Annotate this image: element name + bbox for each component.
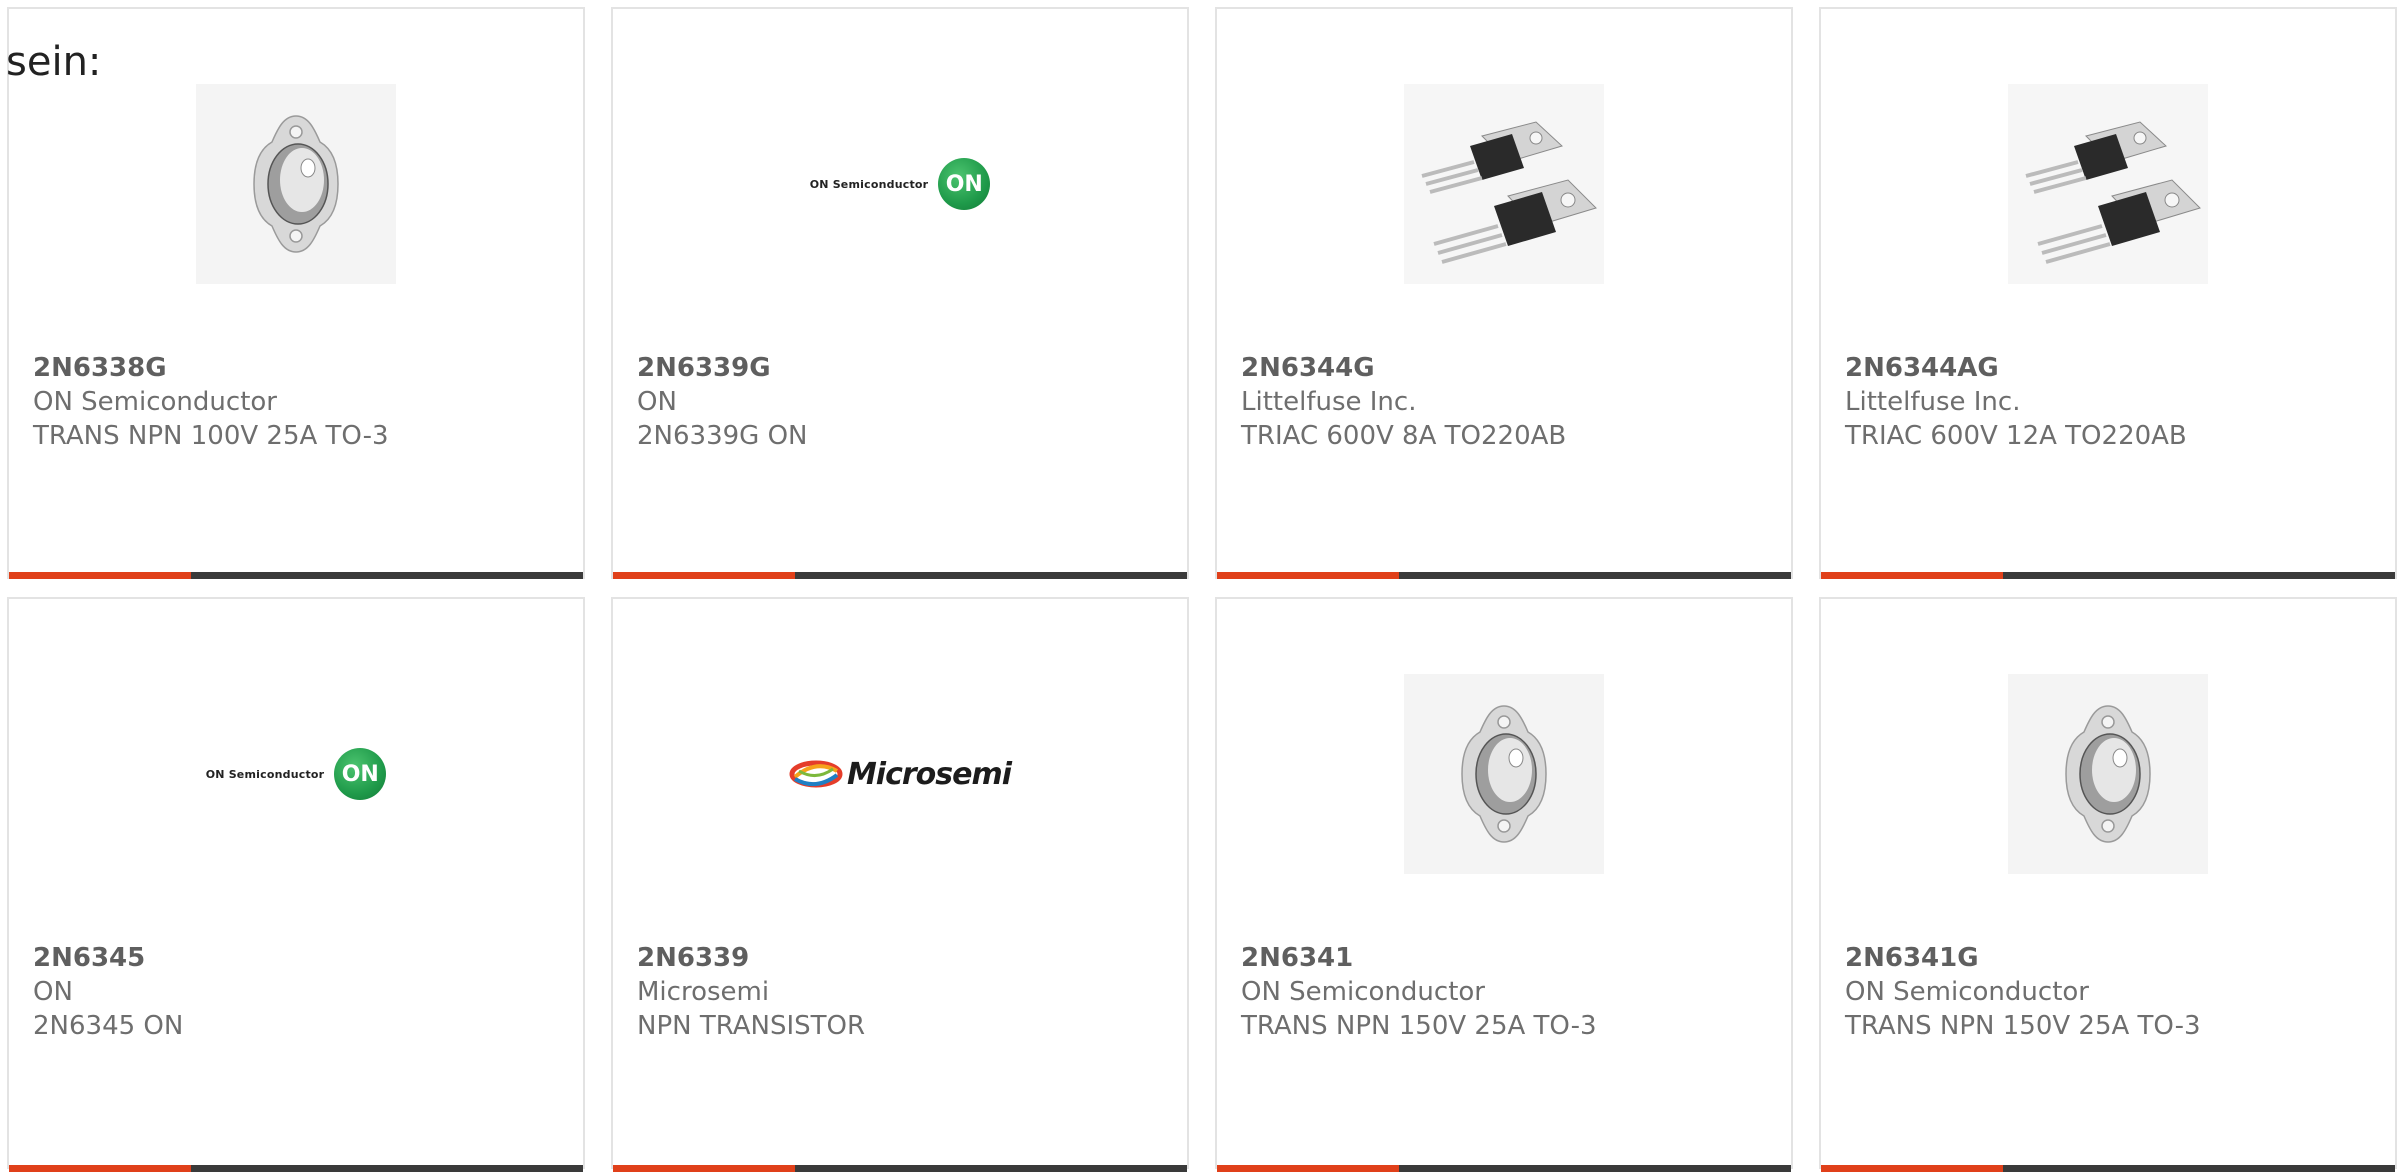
bar-accent: [1821, 1165, 2003, 1172]
part-number[interactable]: 2N6344G: [1241, 351, 1771, 385]
logo-wordmark: ON Semiconductor: [809, 177, 929, 191]
manufacturer-name: ON Semiconductor: [33, 387, 277, 417]
product-image[interactable]: ON Semiconductor ON: [613, 81, 1187, 287]
product-card[interactable]: ON Semiconductor ON 2N6339G ON 2N6339G O…: [611, 7, 1189, 579]
to220-package-icon: [1404, 84, 1604, 284]
to3-transistor-icon: [196, 84, 396, 284]
part-number[interactable]: 2N6339G: [637, 351, 1167, 385]
product-card[interactable]: 2N6341G ON Semiconductor TRANS NPN 150V …: [1819, 597, 2397, 1172]
manufacturer-name: Microsemi: [637, 977, 770, 1007]
bar-accent: [1821, 572, 2003, 579]
bar-accent: [1217, 572, 1399, 579]
bar-accent: [9, 1165, 191, 1172]
card-bottom-bar: [1821, 1165, 2395, 1172]
card-bottom-bar: [613, 572, 1187, 579]
microsemi-logo: Microsemi: [789, 756, 1012, 792]
product-info: 2N6341 ON Semiconductor TRANS NPN 150V 2…: [1241, 941, 1771, 1043]
bar-rest: [191, 572, 583, 579]
product-info: 2N6339G ON 2N6339G ON: [637, 351, 1167, 453]
product-card[interactable]: 2N6338G ON Semiconductor TRANS NPN 100V …: [7, 7, 585, 579]
product-description: 2N6345 ON: [33, 1011, 184, 1041]
card-bottom-bar: [9, 572, 583, 579]
product-info: 2N6345 ON 2N6345 ON: [33, 941, 563, 1043]
product-description: TRIAC 600V 8A TO220AB: [1241, 421, 1567, 451]
part-number[interactable]: 2N6344AG: [1845, 351, 2375, 385]
bar-rest: [2003, 1165, 2395, 1172]
microsemi-swirl-icon: [789, 760, 843, 788]
product-image[interactable]: Microsemi: [613, 671, 1187, 877]
manufacturer-name: ON Semiconductor: [1845, 977, 2089, 1007]
part-number[interactable]: 2N6338G: [33, 351, 563, 385]
manufacturer-name: Littelfuse Inc.: [1241, 387, 1417, 417]
product-image[interactable]: [9, 81, 583, 287]
product-description: TRANS NPN 150V 25A TO-3: [1241, 1011, 1597, 1041]
bar-accent: [1217, 1165, 1399, 1172]
product-info: 2N6338G ON Semiconductor TRANS NPN 100V …: [33, 351, 563, 453]
bar-rest: [2003, 572, 2395, 579]
on-logo-mark: ON: [938, 158, 991, 210]
product-card[interactable]: ON Semiconductor ON 2N6345 ON 2N6345 ON: [7, 597, 585, 1172]
product-info: 2N6339 Microsemi NPN TRANSISTOR: [637, 941, 1167, 1043]
on-logo-mark: ON: [334, 748, 387, 800]
product-card[interactable]: 2N6341 ON Semiconductor TRANS NPN 150V 2…: [1215, 597, 1793, 1172]
product-description: TRANS NPN 100V 25A TO-3: [33, 421, 389, 451]
part-number[interactable]: 2N6341G: [1845, 941, 2375, 975]
card-bottom-bar: [613, 1165, 1187, 1172]
manufacturer-name: ON Semiconductor: [1241, 977, 1485, 1007]
product-description: 2N6339G ON: [637, 421, 808, 451]
card-bottom-bar: [1217, 1165, 1791, 1172]
card-bottom-bar: [1821, 572, 2395, 579]
to220-package-icon: [2008, 84, 2208, 284]
product-grid: 2N6338G ON Semiconductor TRANS NPN 100V …: [7, 7, 2400, 1172]
bar-rest: [1399, 1165, 1791, 1172]
to3-transistor-icon: [2008, 674, 2208, 874]
manufacturer-name: Littelfuse Inc.: [1845, 387, 2021, 417]
to3-transistor-icon: [1404, 674, 1604, 874]
part-number[interactable]: 2N6339: [637, 941, 1167, 975]
bar-rest: [795, 1165, 1187, 1172]
product-image[interactable]: [1217, 671, 1791, 877]
bar-rest: [1399, 572, 1791, 579]
card-bottom-bar: [9, 1165, 583, 1172]
product-image[interactable]: ON Semiconductor ON: [9, 671, 583, 877]
product-image[interactable]: [1217, 81, 1791, 287]
bar-accent: [613, 1165, 795, 1172]
bar-rest: [191, 1165, 583, 1172]
product-info: 2N6344AG Littelfuse Inc. TRIAC 600V 12A …: [1845, 351, 2375, 453]
product-info: 2N6344G Littelfuse Inc. TRIAC 600V 8A TO…: [1241, 351, 1771, 453]
card-bottom-bar: [1217, 572, 1791, 579]
manufacturer-name: ON: [637, 387, 677, 417]
part-number[interactable]: 2N6345: [33, 941, 563, 975]
logo-wordmark: ON Semiconductor: [205, 767, 325, 781]
product-description: NPN TRANSISTOR: [637, 1011, 866, 1041]
product-info: 2N6341G ON Semiconductor TRANS NPN 150V …: [1845, 941, 2375, 1043]
logo-wordmark: Microsemi: [846, 756, 1012, 792]
product-description: TRANS NPN 150V 25A TO-3: [1845, 1011, 2201, 1041]
manufacturer-name: ON: [33, 977, 73, 1007]
on-semiconductor-logo: ON Semiconductor ON: [206, 748, 387, 800]
bar-accent: [9, 572, 191, 579]
bar-rest: [795, 572, 1187, 579]
product-card[interactable]: 2N6344G Littelfuse Inc. TRIAC 600V 8A TO…: [1215, 7, 1793, 579]
product-card[interactable]: 2N6344AG Littelfuse Inc. TRIAC 600V 12A …: [1819, 7, 2397, 579]
product-image[interactable]: [1821, 81, 2395, 287]
part-number[interactable]: 2N6341: [1241, 941, 1771, 975]
product-description: TRIAC 600V 12A TO220AB: [1845, 421, 2187, 451]
product-card[interactable]: Microsemi 2N6339 Microsemi NPN TRANSISTO…: [611, 597, 1189, 1172]
product-image[interactable]: [1821, 671, 2395, 877]
on-semiconductor-logo: ON Semiconductor ON: [810, 158, 991, 210]
page-prefix-text: sein:: [6, 39, 102, 85]
bar-accent: [613, 572, 795, 579]
